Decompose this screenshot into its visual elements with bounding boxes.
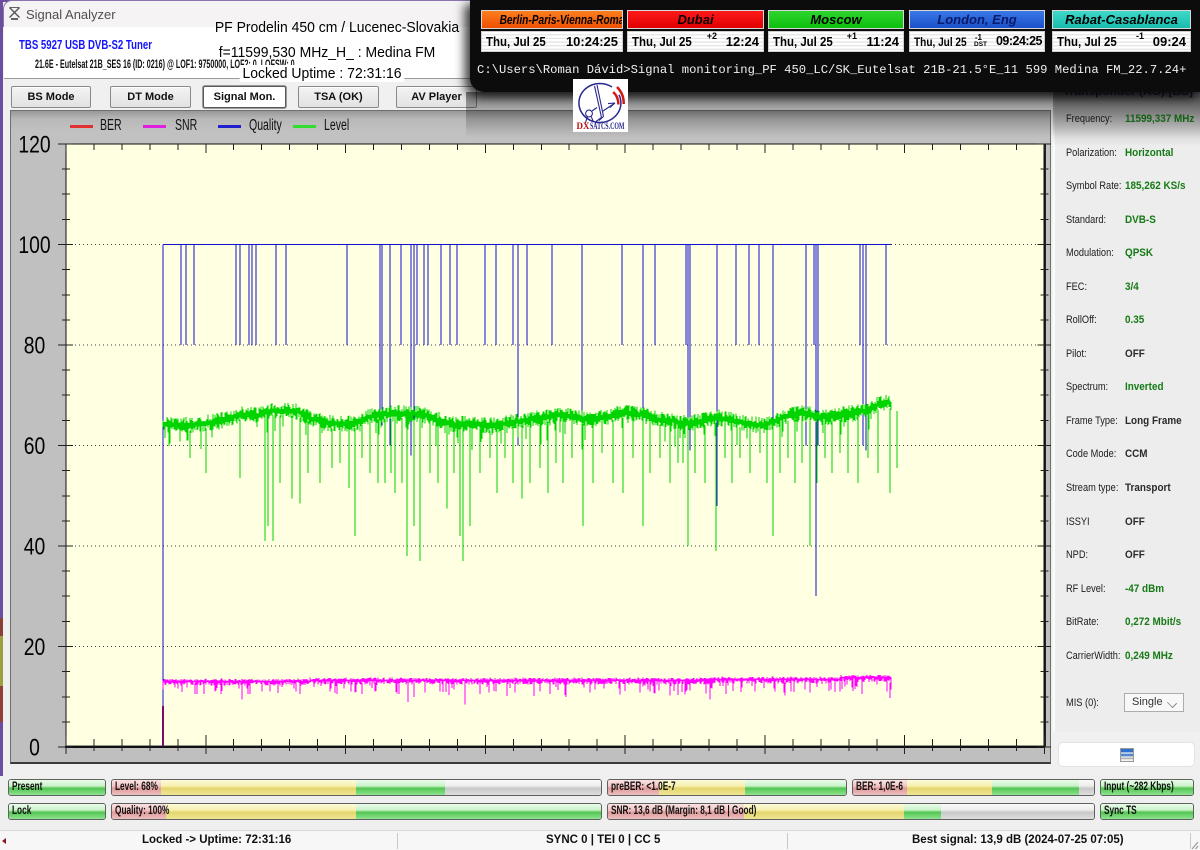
svg-text:60: 60 <box>24 432 46 460</box>
svg-text:40: 40 <box>24 532 46 560</box>
svg-text:SATCS.COM: SATCS.COM <box>590 122 625 132</box>
svg-text:80: 80 <box>24 331 46 359</box>
svg-text:0: 0 <box>29 733 40 761</box>
svg-text:DX: DX <box>577 122 590 132</box>
svg-text:100: 100 <box>18 231 50 259</box>
svg-text:20: 20 <box>24 633 46 661</box>
svg-text:120: 120 <box>18 130 50 158</box>
